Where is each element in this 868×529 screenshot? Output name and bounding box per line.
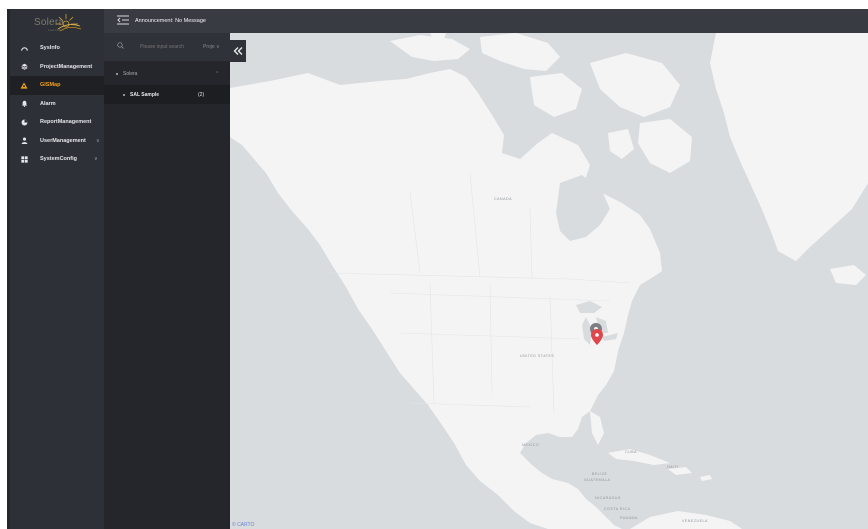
chevron-down-icon: ∨ (96, 137, 100, 144)
map-label-mexico: MEXICO (522, 443, 540, 447)
tree-node-count: (2) (198, 91, 205, 98)
tree-node-solera[interactable]: Solera ^ (104, 64, 230, 83)
sidebar-item-usermanagement[interactable]: UserManagement ∨ (10, 132, 104, 151)
collapse-panel-button[interactable] (230, 40, 246, 62)
search-bar: Proje ∨ (104, 33, 230, 61)
menu-fold-icon[interactable] (117, 15, 129, 25)
window-margin (0, 0, 7, 529)
sidebar-item-gismap[interactable]: GISMap (10, 76, 104, 95)
sidebar-item-label: ReportManagement (40, 119, 92, 126)
tree-bullet (123, 93, 125, 96)
layers-icon (20, 63, 28, 71)
tree-node-label: SAL Sample (130, 91, 160, 98)
tree-node-sal-sample[interactable]: SAL Sample (2) (104, 85, 230, 104)
user-icon (20, 137, 28, 145)
double-chevron-left-icon (233, 47, 243, 55)
map-label-united-states: UNITED STATES (520, 354, 555, 358)
grid-icon (20, 155, 28, 163)
map-attribution-link[interactable]: © CARTO (232, 522, 254, 528)
tree-node-label: Solera (123, 70, 138, 77)
gis-map[interactable]: CANADA UNITED STATES MEXICO CUBA HAITI B… (230, 33, 868, 529)
search-icon[interactable] (117, 42, 124, 51)
sidebar-item-reportmanagement[interactable]: ReportManagement (10, 113, 104, 132)
sidebar: Solera smart solution SysInfo ProjectMan… (10, 9, 104, 529)
top-bar: Announcement: No Message (104, 9, 868, 33)
search-type-select[interactable]: Proje ∨ (203, 44, 220, 50)
map-pin-icon (20, 81, 28, 89)
sidebar-menu: SysInfo ProjectManagement GISMap Alarm R… (10, 39, 104, 169)
tree-bullet (116, 72, 118, 75)
announcement-label: Announcement: (135, 18, 174, 24)
sidebar-item-systemconfig[interactable]: SystemConfig ∨ (10, 150, 104, 169)
chevron-down-icon: ∨ (94, 156, 98, 163)
chevron-up-icon[interactable]: ^ (216, 71, 218, 77)
map-label-costa-rica: COSTA RICA (604, 507, 631, 511)
sidebar-item-label: SystemConfig (40, 156, 77, 163)
logo: Solera smart solution (32, 12, 86, 34)
pie-chart-icon (20, 118, 28, 126)
sidebar-item-projectmanagement[interactable]: ProjectManagement (10, 58, 104, 77)
map-label-guatemala: GUATEMALA (584, 478, 611, 482)
announcement: Announcement: No Message (135, 18, 206, 24)
map-label-haiti: HAITI (667, 465, 679, 469)
project-tree-panel: Proje ∨ Solera ^ SAL Sample (2) (104, 33, 230, 529)
app-window: Solera smart solution SysInfo ProjectMan… (0, 0, 868, 529)
map-basemap[interactable] (230, 33, 868, 529)
announcement-text: No Message (175, 18, 206, 24)
dashboard-icon (20, 44, 28, 52)
map-label-venezuela: VENEZUELA (682, 519, 708, 523)
sidebar-item-label: UserManagement (40, 137, 86, 144)
map-label-panama: PANAMA (620, 516, 638, 520)
map-label-nicaragua: NICARAGUA (595, 496, 621, 500)
sidebar-item-label: GISMap (40, 82, 61, 89)
sidebar-item-label: SysInfo (40, 45, 60, 52)
bell-icon (20, 100, 28, 108)
map-label-cuba: CUBA (625, 450, 637, 454)
sidebar-item-label: ProjectManagement (40, 63, 93, 70)
map-label-canada: CANADA (494, 197, 512, 201)
sidebar-item-sysinfo[interactable]: SysInfo (10, 39, 104, 58)
sidebar-item-label: Alarm (40, 100, 56, 107)
logo-tagline: smart solution (48, 29, 64, 32)
sidebar-item-alarm[interactable]: Alarm (10, 95, 104, 114)
map-label-belize: BELIZE (592, 472, 608, 476)
search-input[interactable] (140, 44, 200, 50)
